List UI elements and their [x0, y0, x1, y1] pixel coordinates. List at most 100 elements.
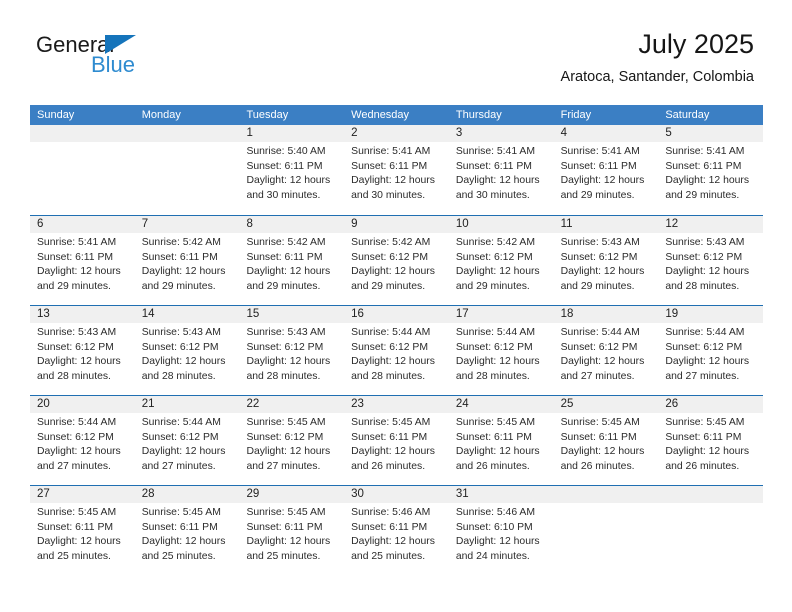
day-number: 6 [30, 216, 135, 233]
calendar-day-cell[interactable]: 10 Sunrise: 5:42 AM Sunset: 6:12 PM Dayligh… [448, 216, 554, 305]
sunset-text: Sunset: 6:11 PM [246, 251, 323, 263]
day-details: Sunrise: 5:46 AM Sunset: 6:10 PM Daylight:… [449, 503, 554, 564]
calendar-day-cell[interactable]: 8 Sunrise: 5:42 AM Sunset: 6:11 PM Daylight… [239, 216, 345, 305]
daylight-text-line1: Daylight: 12 hours [37, 266, 121, 278]
sunset-text: Sunset: 6:11 PM [37, 521, 114, 533]
day-number: 24 [448, 396, 554, 413]
calendar-day-cell[interactable]: 31 Sunrise: 5:46 AM Sunset: 6:10 PM Dayligh… [448, 486, 554, 575]
calendar-day-cell[interactable]: 28 Sunrise: 5:45 AM Sunset: 6:11 PM Dayligh… [134, 486, 240, 575]
calendar-day-cell[interactable]: 27 Sunrise: 5:45 AM Sunset: 6:11 PM Dayligh… [30, 486, 135, 575]
sunrise-text: Sunrise: 5:45 AM [665, 417, 745, 428]
daylight-text-line2: and 28 minutes. [665, 280, 740, 292]
calendar-day-cell[interactable]: 29 Sunrise: 5:45 AM Sunset: 6:11 PM Dayligh… [239, 486, 345, 575]
day-number: 14 [134, 306, 240, 323]
calendar-day-cell[interactable]: 21 Sunrise: 5:44 AM Sunset: 6:12 PM Dayligh… [134, 396, 240, 485]
daylight-text-line1: Daylight: 12 hours [351, 536, 435, 548]
calendar-day-cell[interactable]: 18 Sunrise: 5:44 AM Sunset: 6:12 PM Dayligh… [553, 306, 659, 395]
day-number: 18 [553, 306, 659, 323]
day-details: Sunrise: 5:45 AM Sunset: 6:11 PM Daylight:… [554, 413, 659, 474]
calendar-day-cell[interactable]: 19 Sunrise: 5:44 AM Sunset: 6:12 PM Dayligh… [658, 306, 764, 395]
daylight-text-line2: and 26 minutes. [560, 460, 635, 472]
daylight-text-line1: Daylight: 12 hours [560, 446, 645, 458]
sunset-text: Sunset: 6:12 PM [246, 341, 324, 353]
daylight-text-line1: Daylight: 12 hours [351, 356, 435, 368]
calendar-day-cell[interactable]: 14 Sunrise: 5:43 AM Sunset: 6:12 PM Dayligh… [134, 306, 240, 395]
daylight-text-line1: Daylight: 12 hours [141, 446, 226, 458]
calendar-day-cell[interactable]: 24 Sunrise: 5:45 AM Sunset: 6:11 PM Dayligh… [448, 396, 554, 485]
daylight-text-line1: Daylight: 12 hours [246, 536, 331, 548]
daylight-text-line2: and 29 minutes. [37, 280, 111, 292]
day-details: Sunrise: 5:42 AM Sunset: 6:12 PM Daylight:… [449, 233, 554, 294]
sunset-text: Sunset: 6:12 PM [141, 431, 219, 443]
day-number: 31 [448, 486, 554, 503]
daylight-text-line2: and 28 minutes. [455, 370, 530, 382]
calendar-day-cell-empty [134, 125, 240, 215]
daylight-text-line2: and 30 minutes. [246, 189, 321, 201]
daylight-text-line1: Daylight: 12 hours [37, 356, 121, 368]
calendar-day-cell[interactable]: 6 Sunrise: 5:41 AM Sunset: 6:11 PM Daylight… [30, 216, 135, 305]
dow-sunday: Sunday [37, 109, 75, 121]
day-details: Sunrise: 5:45 AM Sunset: 6:11 PM Daylight:… [449, 413, 554, 474]
calendar-day-cell[interactable]: 30 Sunrise: 5:46 AM Sunset: 6:11 PM Dayligh… [344, 486, 449, 575]
sunrise-text: Sunrise: 5:44 AM [560, 327, 640, 338]
daylight-text-line1: Daylight: 12 hours [351, 175, 435, 187]
calendar-day-cell[interactable]: 12 Sunrise: 5:43 AM Sunset: 6:12 PM Dayligh… [658, 216, 764, 305]
calendar-day-cell[interactable]: 25 Sunrise: 5:45 AM Sunset: 6:11 PM Dayligh… [553, 396, 659, 485]
sunset-text: Sunset: 6:12 PM [455, 251, 533, 263]
calendar-day-cell[interactable]: 13 Sunrise: 5:43 AM Sunset: 6:12 PM Dayligh… [30, 306, 135, 395]
dow-friday: Friday [560, 109, 592, 121]
day-details: Sunrise: 5:43 AM Sunset: 6:12 PM Daylight:… [135, 323, 240, 384]
day-details: Sunrise: 5:43 AM Sunset: 6:12 PM Daylight:… [658, 233, 763, 294]
sunrise-text: Sunrise: 5:43 AM [560, 237, 640, 248]
calendar-day-cell[interactable]: 9 Sunrise: 5:42 AM Sunset: 6:12 PM Daylight… [344, 216, 449, 305]
calendar-day-cell[interactable]: 3 Sunrise: 5:41 AM Sunset: 6:11 PM Daylight… [448, 125, 554, 215]
calendar-day-cell[interactable]: 1 Sunrise: 5:40 AM Sunset: 6:11 PM Daylight… [239, 125, 345, 215]
calendar-day-cell[interactable]: 5 Sunrise: 5:41 AM Sunset: 6:11 PM Daylight… [658, 125, 764, 215]
day-number: 7 [134, 216, 240, 233]
sunset-text: Sunset: 6:11 PM [351, 160, 428, 172]
day-details: Sunrise: 5:41 AM Sunset: 6:11 PM Daylight:… [658, 142, 763, 203]
daylight-text-line1: Daylight: 12 hours [455, 536, 540, 548]
calendar-day-cell-empty [553, 486, 659, 575]
sunset-text: Sunset: 6:11 PM [351, 521, 428, 533]
calendar-day-cell[interactable]: 26 Sunrise: 5:45 AM Sunset: 6:11 PM Dayligh… [658, 396, 764, 485]
daylight-text-line1: Daylight: 12 hours [141, 536, 226, 548]
calendar-weeks: 1 Sunrise: 5:40 AM Sunset: 6:11 PM Daylight… [30, 125, 764, 575]
calendar-day-cell[interactable]: 23 Sunrise: 5:45 AM Sunset: 6:11 PM Dayligh… [344, 396, 449, 485]
page-title: July 2025 [638, 29, 754, 59]
sunset-text: Sunset: 6:11 PM [665, 431, 742, 443]
calendar-day-cell[interactable]: 2 Sunrise: 5:41 AM Sunset: 6:11 PM Daylight… [344, 125, 449, 215]
calendar-day-cell[interactable]: 11 Sunrise: 5:43 AM Sunset: 6:12 PM Dayligh… [553, 216, 659, 305]
sunrise-text: Sunrise: 5:45 AM [37, 507, 117, 518]
calendar-day-cell[interactable]: 17 Sunrise: 5:44 AM Sunset: 6:12 PM Dayligh… [448, 306, 554, 395]
daylight-text-line2: and 28 minutes. [37, 370, 111, 382]
sunset-text: Sunset: 6:12 PM [560, 251, 638, 263]
day-details: Sunrise: 5:41 AM Sunset: 6:11 PM Daylight:… [449, 142, 554, 203]
daylight-text-line2: and 29 minutes. [351, 280, 426, 292]
day-details: Sunrise: 5:42 AM Sunset: 6:12 PM Daylight:… [344, 233, 449, 294]
day-number: 26 [658, 396, 764, 413]
general-blue-logo[interactable]: General Blue [36, 32, 236, 88]
calendar-day-cell[interactable]: 4 Sunrise: 5:41 AM Sunset: 6:11 PM Daylight… [553, 125, 659, 215]
sunset-text: Sunset: 6:11 PM [246, 160, 323, 172]
daylight-text-line2: and 29 minutes. [560, 189, 635, 201]
sunrise-text: Sunrise: 5:43 AM [37, 327, 117, 338]
daylight-text-line2: and 26 minutes. [665, 460, 740, 472]
dow-monday: Monday [141, 109, 181, 121]
calendar-day-cell[interactable]: 22 Sunrise: 5:45 AM Sunset: 6:12 PM Dayligh… [239, 396, 345, 485]
day-details: Sunrise: 5:41 AM Sunset: 6:11 PM Daylight:… [30, 233, 135, 294]
calendar-day-cell[interactable]: 15 Sunrise: 5:43 AM Sunset: 6:12 PM Dayligh… [239, 306, 345, 395]
title-block: July 2025 Aratoca, Santander, Colombia [561, 28, 754, 86]
daylight-text-line2: and 28 minutes. [246, 370, 321, 382]
daylight-text-line2: and 29 minutes. [141, 280, 216, 292]
daylight-text-line1: Daylight: 12 hours [560, 175, 645, 187]
daylight-text-line2: and 27 minutes. [246, 460, 321, 472]
calendar-day-cell[interactable]: 16 Sunrise: 5:44 AM Sunset: 6:12 PM Dayligh… [344, 306, 449, 395]
day-details: Sunrise: 5:44 AM Sunset: 6:12 PM Daylight:… [30, 413, 135, 474]
sunrise-text: Sunrise: 5:44 AM [455, 327, 536, 338]
day-number: 29 [239, 486, 345, 503]
day-details: Sunrise: 5:43 AM Sunset: 6:12 PM Daylight:… [30, 323, 135, 384]
calendar-day-cell[interactable]: 7 Sunrise: 5:42 AM Sunset: 6:11 PM Daylight… [134, 216, 240, 305]
dow-saturday: Saturday [665, 109, 710, 121]
calendar-day-cell[interactable]: 20 Sunrise: 5:44 AM Sunset: 6:12 PM Dayligh… [30, 396, 135, 485]
